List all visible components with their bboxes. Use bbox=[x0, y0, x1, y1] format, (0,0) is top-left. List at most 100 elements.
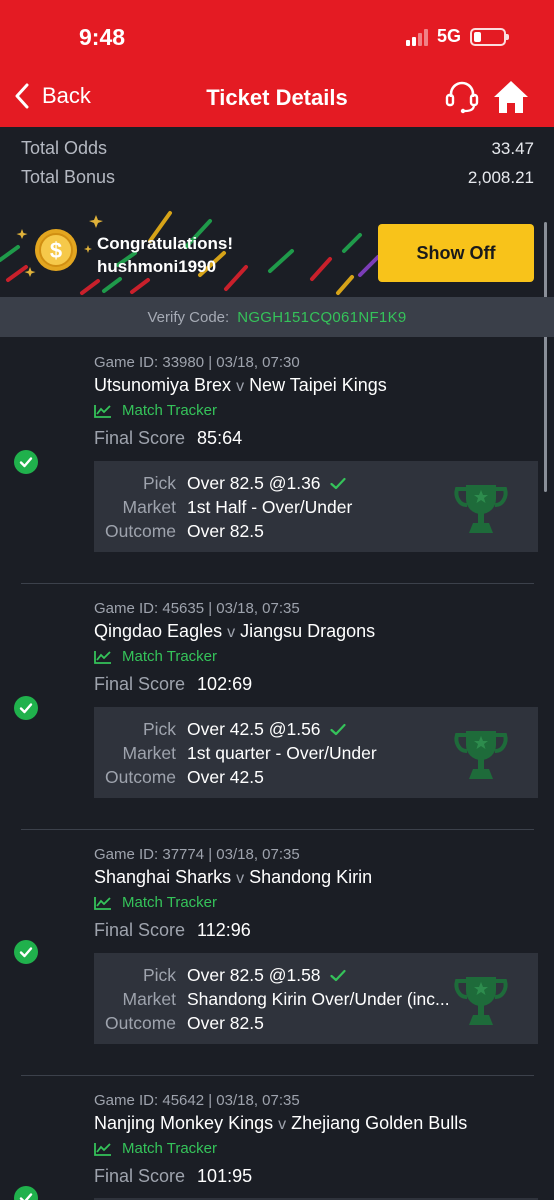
pick-label: Pick bbox=[142, 472, 176, 493]
pick-row: Pick Over 82.5 @1.36 bbox=[94, 471, 346, 495]
check-circle-icon bbox=[14, 1186, 38, 1200]
vs-label: v bbox=[278, 1116, 287, 1133]
outcome-value: Over 42.5 bbox=[187, 766, 264, 787]
battery-icon bbox=[470, 27, 509, 46]
game-id: Game ID: 45642 | 03/18, 07:35 bbox=[94, 1092, 300, 1109]
outcome-row: Outcome Over 82.5 bbox=[94, 1011, 264, 1035]
verify-label: Verify Code: bbox=[147, 308, 230, 326]
market-row: Market Shandong Kirin Over/Under (inc... bbox=[94, 987, 450, 1011]
final-score: Final Score 85:64 bbox=[94, 428, 242, 449]
market-label: Market bbox=[122, 496, 176, 517]
chart-line-icon bbox=[94, 1142, 111, 1156]
market-value: Shandong Kirin Over/Under (inc... bbox=[187, 988, 450, 1009]
chart-line-icon bbox=[94, 896, 111, 910]
match-teams: Utsunomiya Brex v New Taipei Kings bbox=[94, 375, 387, 396]
final-score-label: Final Score bbox=[94, 674, 186, 694]
pick-row: Pick Over 42.5 @1.56 bbox=[94, 717, 346, 741]
home-team: Nanjing Monkey Kings bbox=[94, 1113, 274, 1133]
home-team: Shanghai Sharks bbox=[94, 867, 232, 887]
market-value: 1st Half - Over/Under bbox=[187, 496, 353, 517]
home-team: Utsunomiya Brex bbox=[94, 375, 232, 395]
outcome-row: Outcome Over 82.5 bbox=[94, 519, 264, 543]
trophy-icon bbox=[454, 977, 508, 1025]
total-odds-label: Total Odds bbox=[21, 138, 108, 158]
pick-details: Pick Over 82.5 @1.58 Market Shandong Kirin… bbox=[94, 953, 538, 1044]
coin-icon: $ bbox=[35, 229, 77, 271]
pick-details: Pick Over 82.5 @1.36 Market 1st Half - Ove… bbox=[94, 461, 538, 552]
market-label: Market bbox=[122, 742, 176, 763]
home-team: Qingdao Eagles bbox=[94, 621, 223, 641]
final-score-label: Final Score bbox=[94, 1166, 186, 1186]
pick-label: Pick bbox=[142, 964, 176, 985]
market-value: 1st quarter - Over/Under bbox=[187, 742, 377, 763]
chart-line-icon bbox=[94, 650, 111, 664]
match-tracker-link[interactable]: Match Tracker bbox=[94, 402, 217, 419]
show-off-button[interactable]: Show Off bbox=[378, 224, 534, 282]
match-teams: Qingdao Eagles v Jiangsu Dragons bbox=[94, 621, 375, 642]
match-tracker-link[interactable]: Match Tracker bbox=[94, 1140, 217, 1157]
outcome-label: Outcome bbox=[105, 520, 176, 541]
status-indicators: 5G bbox=[405, 26, 509, 47]
final-score-value: 101:95 bbox=[197, 1166, 253, 1186]
headset-icon[interactable] bbox=[444, 80, 480, 114]
congrats-title: Congratulations! bbox=[97, 234, 233, 253]
game-id: Game ID: 37774 | 03/18, 07:35 bbox=[94, 846, 300, 863]
final-score-value: 102:69 bbox=[197, 674, 253, 694]
verify-code-bar: Verify Code: NGGH151CQ061NF1K9 bbox=[0, 297, 554, 337]
outcome-label: Outcome bbox=[105, 1012, 176, 1033]
app-header: 9:48 5G Back Ticket Details bbox=[0, 0, 554, 127]
total-odds-value: 33.47 bbox=[491, 138, 534, 158]
network-type: 5G bbox=[436, 26, 461, 46]
svg-text:$: $ bbox=[50, 238, 62, 263]
total-bonus-row: Total Bonus 2,008.21 bbox=[21, 163, 534, 192]
away-team: New Taipei Kings bbox=[249, 375, 387, 395]
verify-code[interactable]: NGGH151CQ061NF1K9 bbox=[237, 309, 406, 326]
check-circle-icon bbox=[14, 450, 38, 474]
market-row: Market 1st quarter - Over/Under bbox=[94, 741, 377, 765]
bet-item: Game ID: 45635 | 03/18, 07:35 Qingdao Ea… bbox=[0, 584, 554, 830]
match-teams: Shanghai Sharks v Shandong Kirin bbox=[94, 867, 372, 888]
match-tracker-link[interactable]: Match Tracker bbox=[94, 648, 217, 665]
trophy-icon bbox=[454, 485, 508, 533]
total-bonus-value: 2,008.21 bbox=[467, 167, 534, 187]
match-tracker-label: Match Tracker bbox=[122, 648, 218, 665]
final-score-label: Final Score bbox=[94, 428, 186, 448]
final-score-value: 85:64 bbox=[197, 428, 243, 448]
match-tracker-link[interactable]: Match Tracker bbox=[94, 894, 217, 911]
final-score: Final Score 102:69 bbox=[94, 674, 252, 695]
away-team: Zhejiang Golden Bulls bbox=[291, 1113, 468, 1133]
ticket-totals: Total Odds 33.47 Total Bonus 2,008.21 bbox=[21, 134, 534, 192]
status-time: 9:48 bbox=[79, 24, 126, 50]
home-icon[interactable] bbox=[492, 79, 530, 115]
pick-value: Over 82.5 @1.36 bbox=[187, 472, 321, 493]
game-id: Game ID: 45635 | 03/18, 07:35 bbox=[94, 600, 300, 617]
total-odds-row: Total Odds 33.47 bbox=[21, 134, 534, 163]
away-team: Jiangsu Dragons bbox=[240, 621, 376, 641]
outcome-value: Over 82.5 bbox=[187, 1012, 264, 1033]
match-tracker-label: Match Tracker bbox=[122, 1140, 218, 1157]
bet-item: Game ID: 33980 | 03/18, 07:30 Utsunomiya… bbox=[0, 338, 554, 584]
match-teams: Nanjing Monkey Kings v Zhejiang Golden Bul… bbox=[94, 1113, 467, 1134]
bet-item: Game ID: 37774 | 03/18, 07:35 Shanghai S… bbox=[0, 830, 554, 1076]
final-score: Final Score 101:95 bbox=[94, 1166, 252, 1187]
game-id: Game ID: 33980 | 03/18, 07:30 bbox=[94, 354, 300, 371]
signal-icon bbox=[405, 28, 428, 46]
pick-label: Pick bbox=[142, 718, 176, 739]
vs-label: v bbox=[236, 870, 245, 887]
away-team: Shandong Kirin bbox=[249, 867, 373, 887]
bet-item: Game ID: 45642 | 03/18, 07:35 Nanjing Mo… bbox=[0, 1076, 554, 1200]
final-score: Final Score 112:96 bbox=[94, 920, 251, 941]
total-bonus-label: Total Bonus bbox=[21, 167, 116, 187]
pick-row: Pick Over 82.5 @1.58 bbox=[94, 963, 346, 987]
outcome-label: Outcome bbox=[105, 766, 176, 787]
final-score-value: 112:96 bbox=[197, 920, 251, 940]
outcome-row: Outcome Over 42.5 bbox=[94, 765, 264, 789]
check-icon bbox=[329, 969, 346, 982]
market-label: Market bbox=[122, 988, 176, 1009]
pick-value: Over 82.5 @1.58 bbox=[187, 964, 321, 985]
check-icon bbox=[329, 723, 346, 736]
check-circle-icon bbox=[14, 696, 38, 720]
congrats-text: Congratulations! hushmoni1990 bbox=[97, 232, 233, 278]
vs-label: v bbox=[236, 378, 245, 395]
congrats-username: hushmoni1990 bbox=[97, 257, 217, 276]
